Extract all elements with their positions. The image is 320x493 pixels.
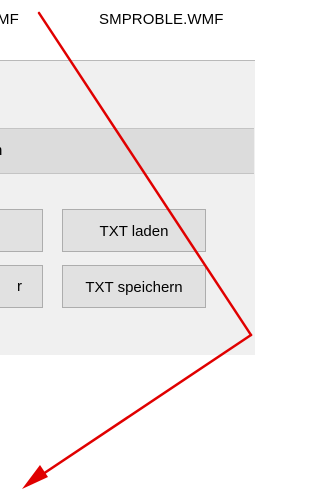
txt-speichern-button[interactable]: TXT speichern <box>62 265 206 308</box>
panel-top-border <box>0 60 255 61</box>
panel-header-text: n <box>0 142 2 160</box>
dialog-panel <box>0 60 255 355</box>
left-button-top[interactable] <box>0 209 43 252</box>
annotation-arrow-line-back <box>32 333 253 482</box>
panel-header-bar: n <box>0 128 254 174</box>
file-label-smproble: SMPROBLE.WMF <box>99 11 224 28</box>
left-button-bottom[interactable]: r <box>0 265 43 308</box>
txt-laden-button[interactable]: TXT laden <box>62 209 206 252</box>
file-label-left: MF <box>0 11 19 28</box>
arrowhead-icon <box>22 465 48 489</box>
